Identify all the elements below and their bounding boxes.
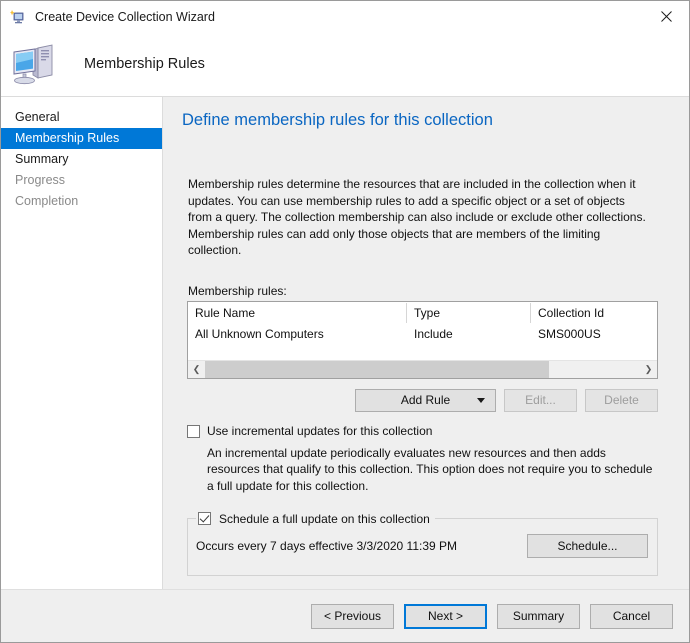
incremental-updates-label: Use incremental updates for this collect…: [207, 424, 432, 438]
wizard-body: General Membership Rules Summary Progres…: [1, 96, 689, 589]
delete-rule-button: Delete: [585, 389, 658, 412]
title-bar: Create Device Collection Wizard: [1, 1, 689, 32]
cell-type: Include: [407, 327, 531, 341]
cell-rule-name: All Unknown Computers: [188, 327, 407, 341]
chevron-left-icon[interactable]: ❮: [188, 361, 205, 378]
sidebar-item-progress: Progress: [1, 170, 162, 191]
wizard-icon: [10, 9, 26, 25]
scrollbar-thumb[interactable]: [205, 361, 549, 378]
incremental-updates-note: An incremental update periodically evalu…: [207, 445, 655, 495]
chevron-right-icon[interactable]: ❯: [640, 361, 657, 378]
add-rule-button[interactable]: Add Rule: [355, 389, 496, 412]
scrollbar-track[interactable]: [205, 361, 640, 378]
next-button[interactable]: Next >: [404, 604, 487, 629]
table-row[interactable]: All Unknown Computers Include SMS000US: [188, 324, 657, 344]
rule-actions: Add Rule Edit... Delete: [179, 389, 658, 412]
wizard-footer: < Previous Next > Summary Cancel: [1, 589, 689, 642]
table-header-row: Rule Name Type Collection Id: [188, 302, 657, 324]
add-rule-label: Add Rule: [401, 393, 450, 407]
page-title: Membership Rules: [84, 56, 205, 72]
window-title: Create Device Collection Wizard: [35, 10, 215, 24]
computer-icon: [11, 42, 59, 86]
wizard-steps-sidebar: General Membership Rules Summary Progres…: [1, 97, 163, 589]
table-empty-area: [188, 344, 657, 360]
cancel-button[interactable]: Cancel: [590, 604, 673, 629]
schedule-group: Schedule a full update on this collectio…: [187, 518, 658, 576]
wizard-window: Create Device Collection Wizard: [0, 0, 690, 643]
schedule-full-update-label: Schedule a full update on this collectio…: [219, 512, 430, 526]
schedule-occurs-text: Occurs every 7 days effective 3/3/2020 1…: [196, 539, 457, 553]
sidebar-item-summary[interactable]: Summary: [1, 149, 162, 170]
sidebar-item-completion: Completion: [1, 191, 162, 212]
schedule-full-update-checkbox[interactable]: [198, 512, 211, 525]
summary-button[interactable]: Summary: [497, 604, 580, 629]
schedule-button[interactable]: Schedule...: [527, 534, 648, 558]
chevron-down-icon: [477, 398, 485, 403]
incremental-updates-row[interactable]: Use incremental updates for this collect…: [187, 424, 675, 438]
sidebar-item-membership-rules[interactable]: Membership Rules: [1, 128, 162, 149]
column-header-rule-name[interactable]: Rule Name: [188, 303, 407, 323]
horizontal-scrollbar[interactable]: ❮ ❯: [188, 360, 657, 378]
wizard-header: Membership Rules: [1, 32, 689, 96]
intro-text: Membership rules determine the resources…: [188, 176, 650, 259]
sidebar-item-general[interactable]: General: [1, 107, 162, 128]
incremental-updates-checkbox[interactable]: [187, 425, 200, 438]
column-header-collection-id[interactable]: Collection Id: [531, 306, 651, 320]
content-panel: Define membership rules for this collect…: [163, 97, 689, 589]
column-header-type[interactable]: Type: [407, 303, 531, 323]
content-heading: Define membership rules for this collect…: [182, 111, 675, 130]
previous-button[interactable]: < Previous: [311, 604, 394, 629]
cell-collection-id: SMS000US: [531, 327, 651, 341]
schedule-legend[interactable]: Schedule a full update on this collectio…: [196, 511, 435, 526]
close-icon[interactable]: [643, 1, 689, 31]
edit-rule-button: Edit...: [504, 389, 577, 412]
membership-rules-list[interactable]: Rule Name Type Collection Id All Unknown…: [187, 301, 658, 379]
membership-rules-label: Membership rules:: [188, 284, 675, 298]
